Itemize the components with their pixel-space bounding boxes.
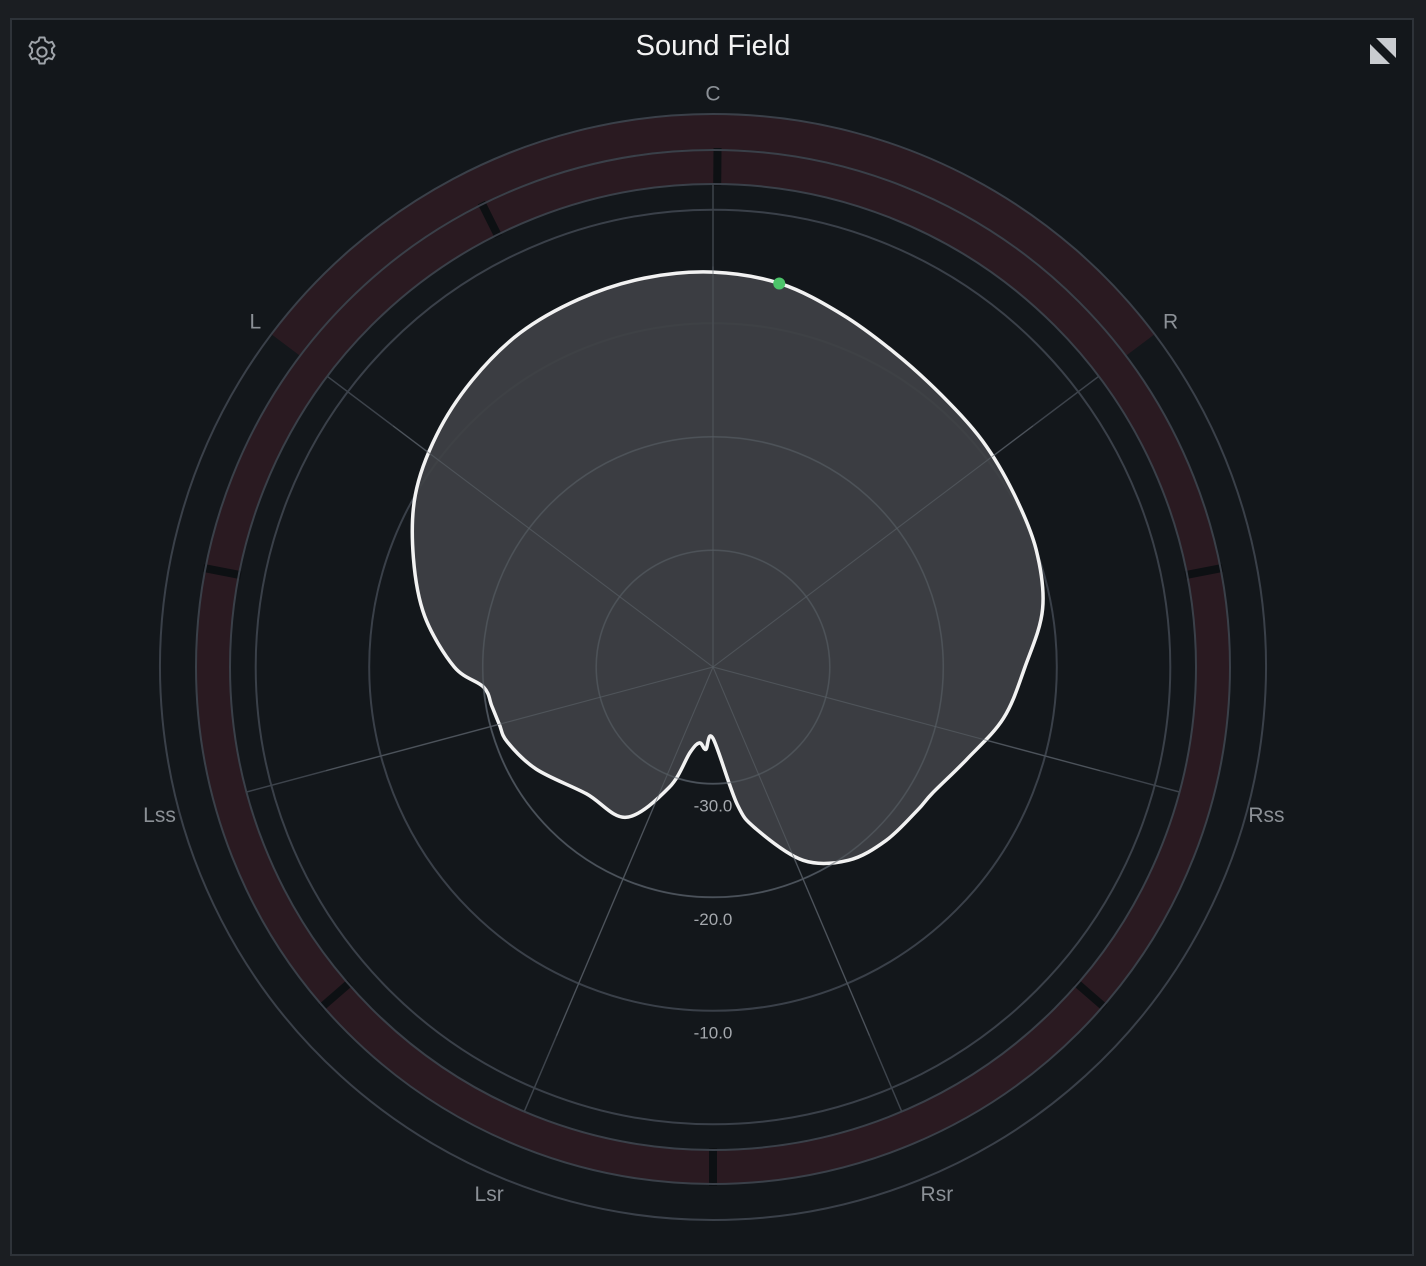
channel-label-l: L: [250, 311, 262, 334]
channel-label-rss: Rss: [1248, 804, 1284, 827]
channel-label-r: R: [1163, 311, 1178, 334]
position-indicator: [773, 277, 786, 290]
scale-labels: -30.0 -20.0 -10.0: [694, 796, 733, 1042]
scale-label: -20.0: [694, 910, 733, 929]
expand-button[interactable]: [1366, 34, 1400, 68]
expand-icon: [1370, 38, 1396, 64]
scale-label: -10.0: [694, 1023, 733, 1042]
scale-label: -30.0: [694, 796, 733, 815]
settings-button[interactable]: [24, 34, 60, 70]
channel-label-lsr: Lsr: [475, 1183, 504, 1206]
gear-icon: [28, 36, 56, 65]
channel-label-lss: Lss: [143, 804, 176, 827]
channel-label-rsr: Rsr: [921, 1183, 954, 1206]
sound-field-display: C R Rss Rsr Lsr Lss L -30.0 -20.0 -10.0: [143, 83, 1285, 1221]
channel-label-c: C: [705, 83, 720, 106]
indicator-dot: [773, 277, 786, 290]
lobe-shape: [410, 270, 1045, 866]
